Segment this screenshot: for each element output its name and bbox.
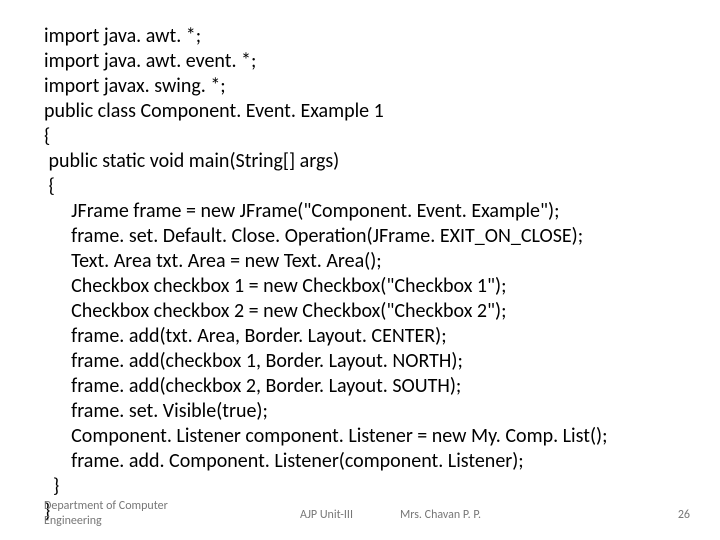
code-line: frame. set. Default. Close. Operation(JF…	[44, 224, 690, 249]
code-line: public class Component. Event. Example 1	[44, 99, 690, 124]
code-line: Checkbox checkbox 1 = new Checkbox("Chec…	[44, 274, 690, 299]
code-line: frame. set. Visible(true);	[44, 399, 690, 424]
footer-author: Mrs. Chavan P. P.	[400, 508, 481, 522]
code-line: import java. awt. *;	[44, 24, 690, 49]
code-line: JFrame frame = new JFrame("Component. Ev…	[44, 199, 690, 224]
code-block: import java. awt. *; import java. awt. e…	[44, 24, 690, 524]
code-line: {	[44, 174, 690, 199]
footer-page-number: 26	[678, 508, 690, 522]
code-line: frame. add. Component. Listener(componen…	[44, 449, 690, 474]
code-line: frame. add(checkbox 2, Border. Layout. S…	[44, 374, 690, 399]
code-line: {	[44, 124, 690, 149]
code-line: Text. Area txt. Area = new Text. Area();	[44, 249, 690, 274]
code-line: import java. awt. event. *;	[44, 49, 690, 74]
code-line: Component. Listener component. Listener …	[44, 424, 690, 449]
footer-unit: AJP Unit-III	[0, 508, 720, 522]
slide: import java. awt. *; import java. awt. e…	[0, 0, 720, 540]
code-line: public static void main(String[] args)	[44, 149, 690, 174]
code-line: Checkbox checkbox 2 = new Checkbox("Chec…	[44, 299, 690, 324]
slide-footer: Department of Computer Engineering AJP U…	[0, 494, 720, 528]
code-line: frame. add(txt. Area, Border. Layout. CE…	[44, 324, 690, 349]
code-line: import javax. swing. *;	[44, 74, 690, 99]
code-line: frame. add(checkbox 1, Border. Layout. N…	[44, 349, 690, 374]
